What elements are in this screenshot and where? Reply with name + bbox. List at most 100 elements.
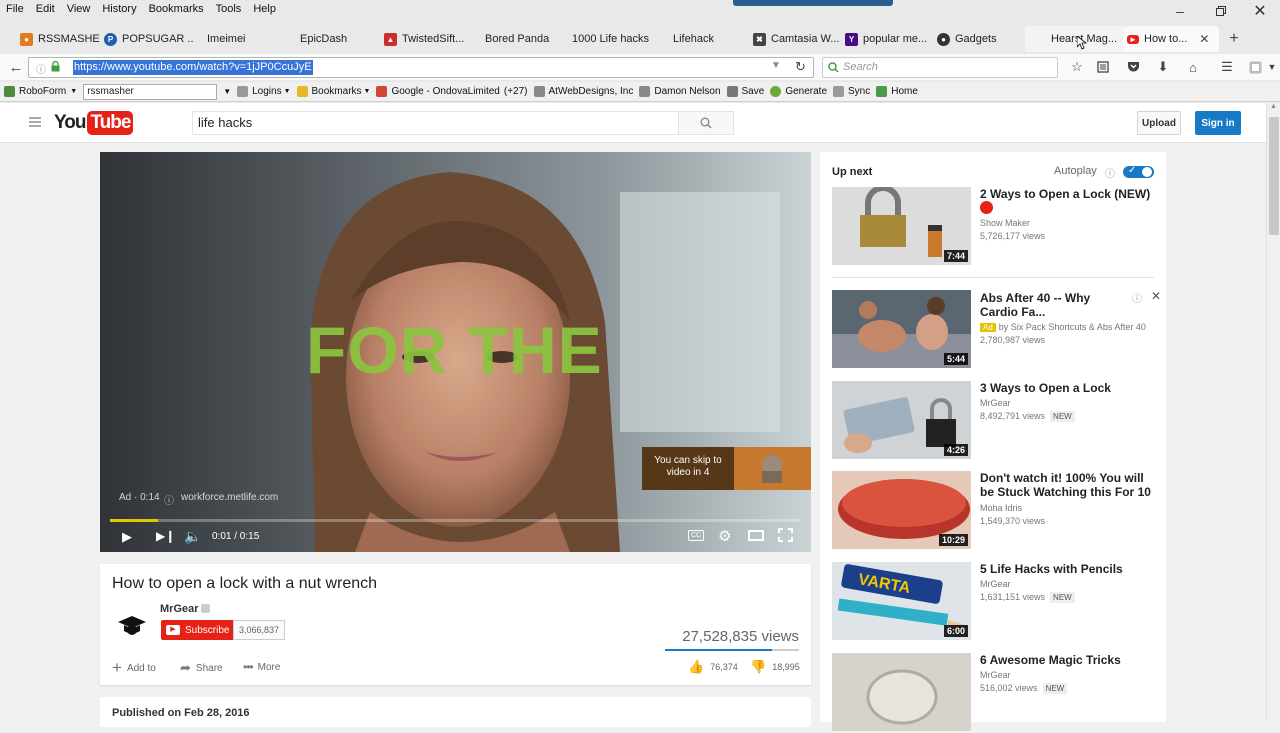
bookmark-home[interactable]: Home xyxy=(876,86,918,97)
related-video[interactable]: 7:44 2 Ways to Open a Lock (NEW) Show Ma… xyxy=(832,187,1166,267)
upload-button[interactable]: Upload xyxy=(1137,111,1181,135)
fullscreen-icon[interactable] xyxy=(778,528,793,545)
home-icon[interactable]: ⌂ xyxy=(1185,59,1201,75)
close-tab-icon[interactable]: ✕ xyxy=(1199,32,1209,46)
url-bar[interactable]: ⓘ https://www.youtube.com/watch?v=1jJP0C… xyxy=(28,57,814,78)
related-video[interactable]: 4:26 3 Ways to Open a Lock MrGear 8,492,… xyxy=(832,381,1166,461)
extension-icon[interactable] xyxy=(1247,59,1263,75)
tab-twistedsifter[interactable]: ▲ TwistedSift... xyxy=(380,26,471,52)
dislike-button[interactable]: 👎 18,995 xyxy=(750,659,800,675)
tab-popsugar[interactable]: P POPSUGAR ... xyxy=(100,26,193,52)
tab-1000-life-hacks[interactable]: 1000 Life hacks xyxy=(564,26,657,52)
reading-list-icon[interactable] xyxy=(1095,59,1111,75)
captions-icon[interactable]: CC xyxy=(688,530,704,541)
autoplay-toggle[interactable]: ✓ xyxy=(1123,165,1154,178)
tab-lifehack[interactable]: Lifehack xyxy=(657,26,749,52)
related-video[interactable]: 6 Awesome Magic Tricks MrGear 516,002 vi… xyxy=(832,653,1166,733)
youtube-logo[interactable]: You Tube xyxy=(54,111,134,135)
youtube-search-button[interactable] xyxy=(678,111,734,135)
tab-bored-panda[interactable]: Bored Panda xyxy=(471,26,564,52)
url-text[interactable]: https://www.youtube.com/watch?v=1jJP0Ccu… xyxy=(73,60,313,75)
tab-imeimei[interactable]: Imeimei xyxy=(193,26,286,52)
chevron-down-icon[interactable]: ▼ xyxy=(223,87,231,96)
tab-gadgets[interactable]: ● Gadgets xyxy=(933,26,1025,52)
close-icon[interactable]: ✕ xyxy=(1151,289,1161,303)
menu-tools[interactable]: Tools xyxy=(210,3,248,15)
youtube-header: You Tube life hacks Upload Sign in xyxy=(0,103,1266,143)
add-to-button[interactable]: + Add to xyxy=(112,658,156,678)
menu-bookmarks[interactable]: Bookmarks xyxy=(143,3,210,15)
restore-icon[interactable] xyxy=(1201,0,1241,22)
roboform-button[interactable]: RoboForm ▼ xyxy=(4,86,77,97)
share-button[interactable]: ➦ Share xyxy=(180,660,223,676)
bookmark-save[interactable]: Save xyxy=(726,86,764,97)
menu-file[interactable]: File xyxy=(0,3,30,15)
menu-help[interactable]: Help xyxy=(247,3,282,15)
close-window-icon[interactable]: ✕ xyxy=(1240,0,1280,22)
info-icon[interactable]: ⓘ xyxy=(1132,290,1142,305)
related-video[interactable]: 10:29 Don't watch it! 100% You will be S… xyxy=(832,471,1166,551)
bookmark-damon-nelson[interactable]: Damon Nelson xyxy=(639,86,721,97)
video-thumbnail[interactable]: 4:26 xyxy=(832,381,971,459)
like-button[interactable]: 👍 76,374 xyxy=(688,659,738,675)
bookmark-generate[interactable]: Generate xyxy=(770,86,827,97)
video-channel: MrGear xyxy=(980,670,1011,680)
reload-icon[interactable]: ↻ xyxy=(795,59,806,75)
menu-view[interactable]: View xyxy=(61,3,97,15)
bookmark-logins[interactable]: Logins ▼ xyxy=(237,86,291,97)
scrollbar-thumb[interactable] xyxy=(1269,117,1279,235)
progress-bar[interactable] xyxy=(110,519,801,522)
sign-in-button[interactable]: Sign in xyxy=(1195,111,1241,135)
scroll-up-icon[interactable]: ▲ xyxy=(1270,103,1277,110)
tab-epicdash[interactable]: EpicDash xyxy=(286,26,380,52)
bookmark-bookmarks[interactable]: Bookmarks ▼ xyxy=(296,86,370,97)
channel-avatar[interactable] xyxy=(114,608,150,644)
channel-name[interactable]: MrGear xyxy=(160,603,199,615)
tab-hearst[interactable]: Hearst Mag... xyxy=(1025,26,1123,52)
overflow-chevron-icon[interactable]: ▼ xyxy=(1264,59,1280,75)
video-player[interactable]: FOR THE Ad · 0:14 ⓘ workforce.metlife.co… xyxy=(100,152,811,552)
minimize-icon[interactable]: – xyxy=(1160,0,1200,22)
bookmark-sync[interactable]: Sync xyxy=(833,86,870,97)
video-thumbnail[interactable]: 7:44 xyxy=(832,187,971,265)
next-icon[interactable]: ▶❙ xyxy=(156,529,175,543)
video-thumbnail[interactable]: 10:29 xyxy=(832,471,971,549)
tab-rssmasher[interactable]: ● RSSMASHE... xyxy=(0,26,100,52)
tab-label: How to... xyxy=(1144,33,1188,45)
tab-youtube-active[interactable]: ► How to... ✕ xyxy=(1123,26,1219,52)
youtube-search-input[interactable]: life hacks xyxy=(192,111,679,135)
bookmark-google[interactable]: Google - OndovaLimited (+27) xyxy=(376,86,528,97)
page-scrollbar[interactable]: ▲ xyxy=(1266,103,1280,720)
back-arrow-icon[interactable]: ← xyxy=(8,59,24,76)
settings-gear-icon[interactable]: ⚙ xyxy=(718,527,731,545)
tab-popular-me[interactable]: Ypopular me... xyxy=(841,26,933,52)
roboform-search-field[interactable]: rssmasher xyxy=(83,83,218,100)
hamburger-menu-icon[interactable]: ☰ xyxy=(1219,59,1235,75)
download-icon[interactable]: ⬇ xyxy=(1155,59,1171,75)
bookmark-atwebdesigns[interactable]: AtWebDesigns, Inc xyxy=(533,86,633,97)
related-video[interactable]: VARTA 6:00 5 Life Hacks with Pencils MrG… xyxy=(832,562,1166,642)
new-tab-button[interactable]: + xyxy=(1219,26,1249,52)
guide-menu-icon[interactable] xyxy=(29,117,41,127)
info-icon[interactable]: ⓘ xyxy=(36,61,46,76)
volume-icon[interactable]: 🔈 xyxy=(184,528,201,545)
dropdown-icon[interactable]: ▼ xyxy=(771,60,781,71)
ad-site-link[interactable]: workforce.metlife.com xyxy=(181,492,278,503)
skip-ad-countdown[interactable]: You can skip to video in 4 xyxy=(642,447,734,490)
pocket-icon[interactable] xyxy=(1125,59,1141,75)
browser-search-input[interactable]: Search xyxy=(822,57,1058,78)
more-button[interactable]: ••• More xyxy=(243,660,280,674)
subscribe-button[interactable]: ▶ Subscribe xyxy=(161,620,236,640)
theater-mode-icon[interactable] xyxy=(748,530,764,541)
tab-camtasia[interactable]: ✖ Camtasia W... xyxy=(749,26,841,52)
info-icon[interactable]: ⓘ xyxy=(1105,165,1115,180)
menu-edit[interactable]: Edit xyxy=(30,3,61,15)
menu-history[interactable]: History xyxy=(96,3,142,15)
video-thumbnail[interactable]: 5:44 xyxy=(832,290,971,368)
related-video-ad[interactable]: 5:44 Abs After 40 -- Why Cardio Fa... ⓘ … xyxy=(832,289,1166,370)
info-icon[interactable]: ⓘ xyxy=(164,492,174,507)
video-thumbnail[interactable] xyxy=(832,653,971,731)
play-icon[interactable]: ▶ xyxy=(122,529,132,545)
bookmark-star-icon[interactable]: ☆ xyxy=(1069,59,1085,75)
video-thumbnail[interactable]: VARTA 6:00 xyxy=(832,562,971,640)
